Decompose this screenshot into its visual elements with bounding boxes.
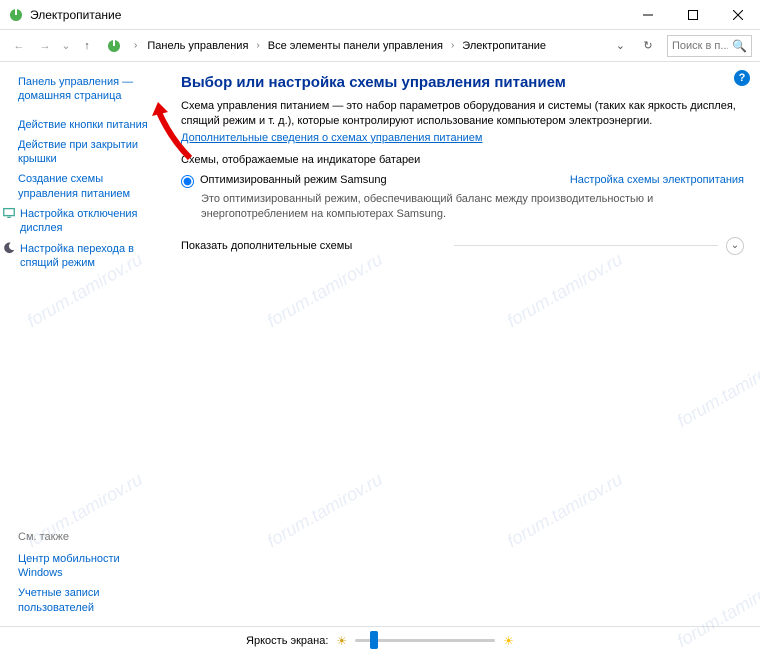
back-button[interactable]: ← [8,35,30,57]
display-icon [2,206,16,220]
sidebar-link-lid-close[interactable]: Действие при закрытии крышки [18,135,157,170]
battery-plans-label: Схемы, отображаемые на индикаторе батаре… [181,154,744,166]
sidebar-link-power-button[interactable]: Действие кнопки питания [18,115,157,135]
search-box[interactable]: 🔍 [667,35,752,57]
sidebar-link-create-plan[interactable]: Создание схемы управления питанием [18,169,157,204]
plan-description: Это оптимизированный режим, обеспечивающ… [201,192,744,223]
search-icon: 🔍 [732,39,747,53]
page-title: Выбор или настройка схемы управления пит… [181,74,744,91]
control-panel-home-link[interactable]: Панель управления — домашняя страница [18,72,157,107]
sidebar-link-sleep[interactable]: Настройка перехода в спящий режим [20,239,157,274]
chevron-right-icon: › [451,40,454,51]
chevron-right-icon: › [256,40,259,51]
show-additional-plans[interactable]: Показать дополнительные схемы ⌄ [181,237,744,255]
brightness-slider[interactable] [355,639,495,642]
power-options-icon [106,38,122,54]
up-button[interactable]: ↑ [76,35,98,57]
brightness-label: Яркость экрана: [246,635,328,647]
minimize-button[interactable] [625,0,670,30]
history-dropdown[interactable]: ⌄ [60,35,72,57]
plan-settings-link[interactable]: Настройка схемы электропитания [570,174,744,186]
page-description: Схема управления питанием — это набор па… [181,99,744,130]
search-input[interactable] [672,40,728,52]
breadcrumb-item[interactable]: Все элементы панели управления [266,40,445,52]
see-also-label: См. также [18,531,157,543]
breadcrumb-item[interactable]: Электропитание [460,40,548,52]
sun-dim-icon: ☀ [336,634,347,648]
slider-thumb[interactable] [370,631,378,649]
address-dropdown[interactable]: ⌄ [612,39,629,52]
chevron-right-icon: › [134,40,137,51]
maximize-button[interactable] [670,0,715,30]
power-icon [8,7,24,23]
plan-radio-samsung[interactable] [181,175,194,188]
chevron-down-icon: ⌄ [726,237,744,255]
user-accounts-link[interactable]: Учетные записи пользователей [18,583,157,618]
close-button[interactable] [715,0,760,30]
sun-bright-icon: ☀ [503,634,514,648]
plan-name: Оптимизированный режим Samsung [200,174,564,186]
mobility-center-link[interactable]: Центр мобильности Windows [18,549,157,584]
forward-button[interactable]: → [34,35,56,57]
breadcrumb-item[interactable]: Панель управления [145,40,250,52]
learn-more-link[interactable]: Дополнительные сведения о схемах управле… [181,132,483,144]
moon-icon [2,241,16,255]
window-title: Электропитание [30,8,625,22]
help-icon[interactable]: ? [734,70,750,86]
breadcrumb: Панель управления › Все элементы панели … [145,35,607,57]
sidebar-link-display-off[interactable]: Настройка отключения дисплея [20,204,157,239]
refresh-button[interactable]: ↻ [637,35,659,57]
